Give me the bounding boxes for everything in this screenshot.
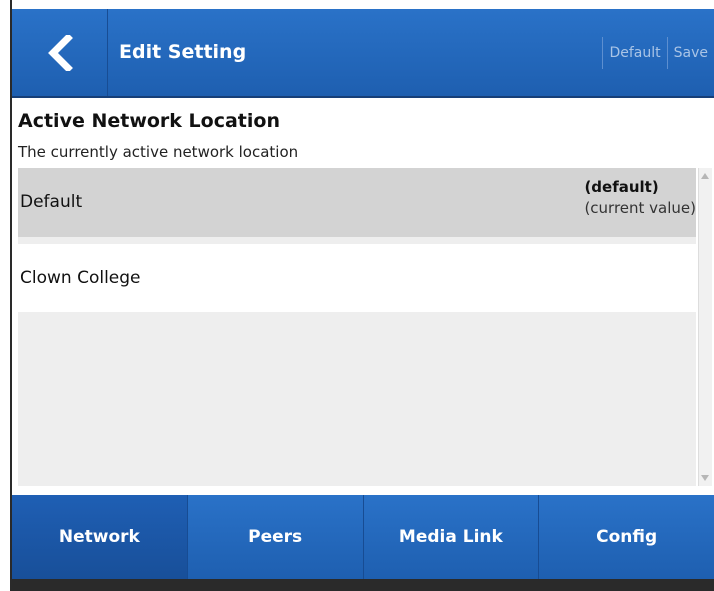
scroll-up-icon[interactable]: [701, 173, 709, 179]
window-bottom-edge: [12, 579, 714, 591]
default-button[interactable]: Default: [602, 37, 666, 69]
setting-description: The currently active network location: [18, 143, 299, 161]
back-button[interactable]: [12, 9, 108, 96]
default-tag: (default): [584, 178, 659, 196]
app-window: Edit Setting Default Save Active Network…: [10, 0, 714, 591]
tab-media-link[interactable]: Media Link: [364, 495, 540, 579]
setting-title: Active Network Location: [18, 110, 280, 132]
list-item-clown-college[interactable]: Clown College: [18, 244, 696, 312]
bottom-tab-bar: Network Peers Media Link Config: [12, 495, 714, 579]
current-value-tag: (current value): [584, 199, 696, 217]
header-bar: Edit Setting Default Save: [12, 9, 714, 98]
options-list: Default (default) (current value) Clown …: [18, 168, 696, 486]
list-item-default[interactable]: Default (default) (current value): [18, 168, 696, 237]
tab-config[interactable]: Config: [539, 495, 714, 579]
list-scrollbar[interactable]: [698, 168, 712, 486]
scroll-down-icon[interactable]: [701, 475, 709, 481]
list-item-label: Default: [20, 192, 83, 212]
header-actions: Default Save: [602, 37, 714, 69]
page-title: Edit Setting: [119, 41, 247, 63]
tab-peers[interactable]: Peers: [188, 495, 364, 579]
save-button[interactable]: Save: [666, 37, 714, 69]
list-item-label: Clown College: [20, 268, 141, 288]
chevron-left-icon: [47, 34, 73, 71]
list-item-meta: (default) (current value): [584, 177, 696, 219]
tab-network[interactable]: Network: [12, 495, 188, 579]
